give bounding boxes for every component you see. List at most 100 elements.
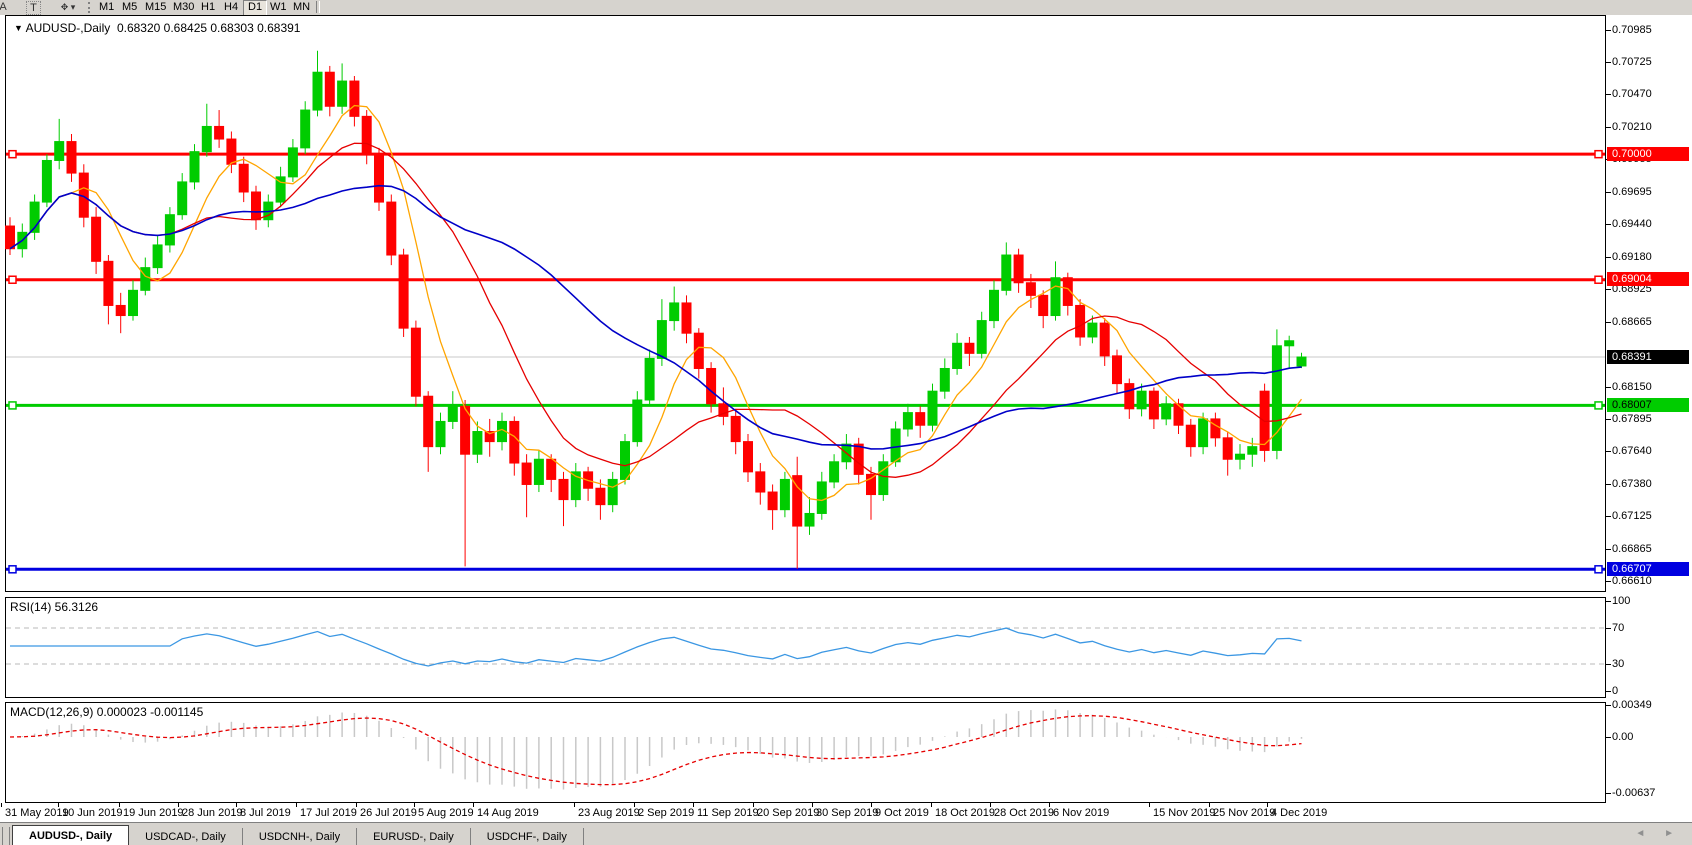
tab-scroll-arrows[interactable]: ◄ ► (1635, 828, 1682, 839)
timeframe-button-h1[interactable]: H1 (197, 0, 219, 14)
date-axis-tick (931, 803, 932, 807)
date-axis-tick (990, 803, 991, 807)
macd-panel[interactable] (5, 702, 1606, 803)
timeframe-button-d1[interactable]: D1 (243, 0, 267, 16)
date-axis-label: 10 Jun 2019 (62, 807, 123, 819)
timeframe-button-mn[interactable]: MN (289, 0, 314, 14)
date-axis-label: 28 Jun 2019 (182, 807, 243, 819)
price-axis-tick (1606, 516, 1611, 517)
price-axis-tick (1606, 419, 1611, 420)
chart-tab-eurusd[interactable]: EURUSD-, Daily (357, 828, 471, 845)
chart-tab-audusd[interactable]: AUDUSD-, Daily (12, 825, 129, 845)
chart-tab-usdchf[interactable]: USDCHF-, Daily (471, 828, 584, 845)
date-axis-tick (574, 803, 575, 807)
date-axis-tick (178, 803, 179, 807)
date-axis-tick (296, 803, 297, 807)
rsi-axis-label: 30 (1612, 658, 1624, 670)
date-axis-tick (119, 803, 120, 807)
annotation-a-icon[interactable]: A (0, 0, 10, 14)
date-axis-label: 28 Oct 2019 (994, 807, 1054, 819)
price-axis-tick (1606, 451, 1611, 452)
chart-tab-bar: AUDUSD-, DailyUSDCAD-, DailyUSDCNH-, Dai… (0, 822, 1692, 845)
price-axis-tick (1606, 289, 1611, 290)
rsi-axis-tick (1606, 601, 1611, 602)
price-badge-0.66707: 0.66707 (1607, 562, 1689, 576)
date-axis-label: 30 Sep 2019 (816, 807, 878, 819)
price-axis-label: 0.67895 (1612, 413, 1652, 425)
date-axis-tick (1149, 803, 1150, 807)
date-axis-tick (634, 803, 635, 807)
date-axis-label: 18 Oct 2019 (935, 807, 995, 819)
macd-axis-tick (1606, 705, 1611, 706)
price-axis-label: 0.70725 (1612, 56, 1652, 68)
price-axis-tick (1606, 257, 1611, 258)
cursor-mode-icon[interactable]: ✥ ▾ (55, 0, 81, 14)
price-axis-tick (1606, 549, 1611, 550)
date-axis-label: 31 May 2019 (5, 807, 69, 819)
price-axis-label: 0.68150 (1612, 381, 1652, 393)
date-axis-tick (1209, 803, 1210, 807)
date-axis-label: 20 Sep 2019 (757, 807, 819, 819)
price-axis-tick (1606, 30, 1611, 31)
date-axis-label: 9 Oct 2019 (875, 807, 929, 819)
top-toolbar: A T ✥ ▾ M1M5M15M30H1H4D1W1MN (0, 0, 1692, 16)
date-axis-tick (473, 803, 474, 807)
date-axis-tick (693, 803, 694, 807)
chart-title: ▼ AUDUSD-,Daily 0.68320 0.68425 0.68303 … (14, 21, 300, 35)
date-axis-label: 25 Nov 2019 (1213, 807, 1275, 819)
tabbar-grip[interactable] (2, 827, 10, 845)
timeframe-button-m5[interactable]: M5 (118, 0, 141, 14)
price-axis-label: 0.69440 (1612, 218, 1652, 230)
price-axis-label: 0.69180 (1612, 251, 1652, 263)
date-axis-tick (356, 803, 357, 807)
price-badge-0.68007: 0.68007 (1607, 398, 1689, 412)
rsi-panel[interactable] (5, 597, 1606, 698)
price-axis-tick (1606, 484, 1611, 485)
chart-tab-usdcnh[interactable]: USDCNH-, Daily (243, 828, 357, 845)
date-axis[interactable]: 31 May 201910 Jun 201919 Jun 201928 Jun … (0, 803, 1692, 822)
price-chart-panel[interactable] (5, 15, 1606, 592)
price-axis-label: 0.68665 (1612, 316, 1652, 328)
chevron-down-icon[interactable]: ▼ (14, 23, 23, 33)
date-axis-label: 17 Jul 2019 (300, 807, 357, 819)
price-axis-label: 0.67640 (1612, 445, 1652, 457)
price-axis-tick (1606, 224, 1611, 225)
price-axis-tick (1606, 94, 1611, 95)
macd-axis-label: 0.00349 (1612, 699, 1652, 711)
timeframe-button-w1[interactable]: W1 (266, 0, 291, 14)
price-axis-tick (1606, 581, 1611, 582)
timeframe-button-m15[interactable]: M15 (141, 0, 170, 14)
price-axis-label: 0.66610 (1612, 575, 1652, 587)
date-axis-label: 26 Jul 2019 (360, 807, 417, 819)
date-axis-tick (58, 803, 59, 807)
price-axis-label: 0.67380 (1612, 478, 1652, 490)
date-axis-label: 14 Aug 2019 (477, 807, 539, 819)
macd-axis-tick (1606, 793, 1611, 794)
rsi-axis-tick (1606, 691, 1611, 692)
timeframe-button-m30[interactable]: M30 (169, 0, 198, 14)
date-axis-label: 6 Nov 2019 (1053, 807, 1109, 819)
chart-tab-usdcad[interactable]: USDCAD-, Daily (129, 828, 243, 845)
price-axis-tick (1606, 192, 1611, 193)
price-axis-tick (1606, 387, 1611, 388)
date-axis-tick (871, 803, 872, 807)
date-axis-label: 19 Jun 2019 (123, 807, 184, 819)
timeframe-button-m1[interactable]: M1 (95, 0, 118, 14)
price-axis-label: 0.67125 (1612, 510, 1652, 522)
date-axis-tick (812, 803, 813, 807)
timeframe-button-h4[interactable]: H4 (220, 0, 242, 14)
date-axis-tick (1267, 803, 1268, 807)
date-axis-label: 11 Sep 2019 (697, 807, 759, 819)
mt4-window: { "toolbar": { "left_icons": [ {"name": … (0, 0, 1692, 845)
rsi-axis-label: 100 (1612, 595, 1630, 607)
macd-axis-label: -0.00637 (1612, 787, 1655, 799)
price-axis-label: 0.70210 (1612, 121, 1652, 133)
price-axis-tick (1606, 62, 1611, 63)
toolbar-grip[interactable] (88, 2, 93, 13)
date-axis-label: 8 Jul 2019 (240, 807, 291, 819)
text-tool-icon[interactable]: T (26, 1, 41, 15)
price-badge-current: 0.68391 (1607, 350, 1689, 364)
rsi-axis-label: 0 (1612, 685, 1618, 697)
date-axis-label: 4 Dec 2019 (1271, 807, 1327, 819)
price-axis-tick (1606, 322, 1611, 323)
